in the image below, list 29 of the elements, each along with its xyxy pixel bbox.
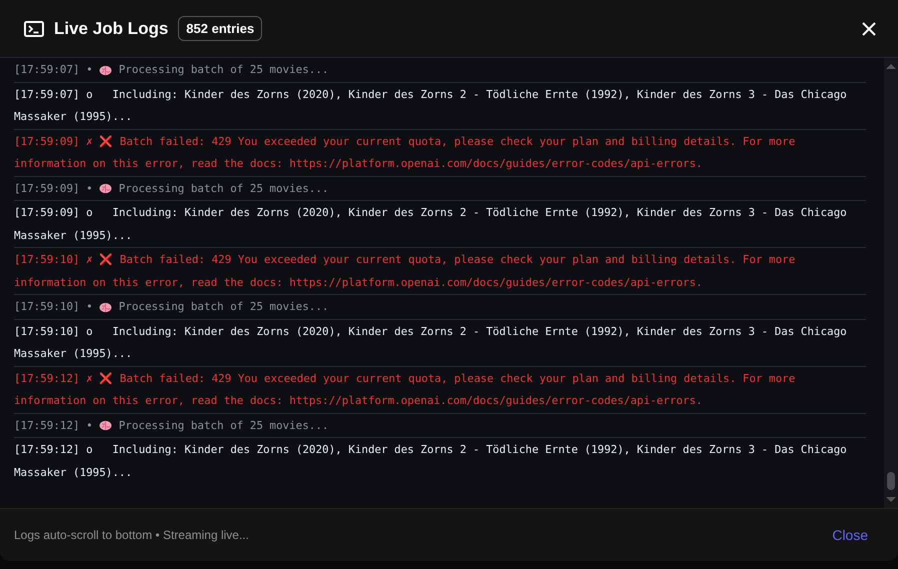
- brain-icon: [99, 302, 112, 313]
- footer-note: Logs auto-scroll to bottom • Streaming live...: [14, 528, 249, 542]
- log-line: [17:59:10] o Including: Kinder des Zorns (2020), Kinder des Zorns 2 - Tödliche Ernte (1992), Kinder des Zorns 3 - Das Chicago Massaker (1995)...: [14, 324, 848, 362]
- log-timestamp: [17:59:12] •: [14, 418, 93, 434]
- log-line: [17:59:07] o Including: Kinder des Zorns (2020), Kinder des Zorns 2 - Tödliche Ernte (1992), Kinder des Zorns 3 - Das Chicago Massaker (1995)...: [14, 86, 848, 125]
- log-timestamp: [17:59:10] •: [14, 299, 93, 315]
- log-line: [17:59:10] ✗ ❌ Batch failed: 429 You exceeded your current quota, please check your plan and billing details. For more information on this error, read the docs: https://platform.openai.com/docs/guides/error-codes/api-errors.: [14, 252, 796, 290]
- log-message: Processing batch of 25 movies...: [118, 180, 329, 196]
- log-message: Processing batch of 25 movies...: [118, 299, 329, 315]
- brain-icon: [99, 64, 112, 76]
- log-line: [17:59:12] o Including: Kinder des Zorns (2020), Kinder des Zorns 2 - Tödliche Ernte (1992), Kinder des Zorns 3 - Das Chicago Massaker (1995)...: [14, 442, 848, 480]
- brain-icon: [99, 420, 112, 432]
- log-line: [17:59:09] ✗ ❌ Batch failed: 429 You exceeded your current quota, please check your plan and billing details. For more information on this error, read the docs: https://platform.openai.com/docs/guides/error-codes/api-errors.: [14, 134, 796, 172]
- scroll-down-icon[interactable]: [886, 497, 896, 502]
- scroll-thumb[interactable]: [887, 472, 895, 490]
- dialog-title: Live Job Logs: [54, 18, 168, 38]
- brain-icon: [99, 183, 112, 194]
- log-line: [17:59:09] o Including: Kinder des Zorns (2020), Kinder des Zorns 2 - Tödliche Ernte (1992), Kinder des Zorns 3 - Das Chicago Massaker (1995)...: [14, 205, 848, 244]
- scrollbar[interactable]: [884, 58, 898, 508]
- log-message: Processing batch of 25 movies...: [118, 62, 329, 78]
- scroll-up-icon[interactable]: [886, 64, 896, 69]
- terminal-icon: [24, 20, 44, 36]
- entry-count-badge: 852 entries: [178, 16, 262, 41]
- log-timestamp: [17:59:09] •: [14, 180, 93, 196]
- log-line: [17:59:12] ✗ ❌ Batch failed: 429 You exceeded your current quota, please check your plan and billing details. For more information on this error, read the docs: https://platform.openai.com/docs/guides/error-codes/api-errors.: [14, 370, 796, 409]
- log-message: Processing batch of 25 movies...: [118, 418, 329, 434]
- log-timestamp: [17:59:07] •: [14, 62, 93, 78]
- close-icon: [862, 22, 876, 36]
- close-link[interactable]: Close: [832, 523, 868, 547]
